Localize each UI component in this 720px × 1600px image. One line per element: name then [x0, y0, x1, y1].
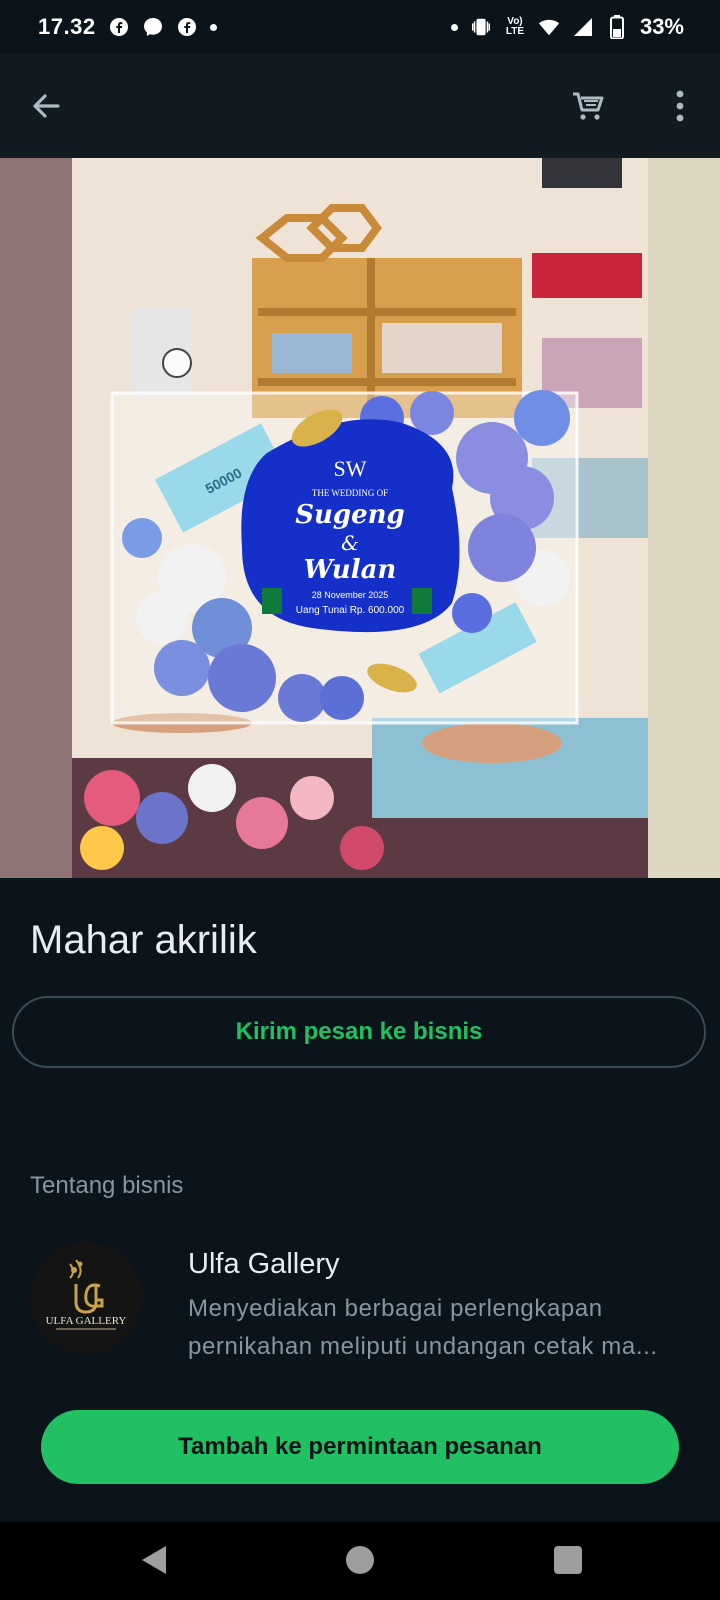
amp-text: & [341, 531, 359, 555]
business-avatar[interactable]: ULFA GALLERY [30, 1242, 142, 1354]
wifi-icon [538, 16, 560, 38]
battery-percent: 33% [639, 14, 684, 39]
cart-icon[interactable] [568, 86, 608, 126]
battery-icon [606, 15, 628, 39]
status-bar-right: Vo) LTE 33% [450, 14, 684, 40]
image-side-right [648, 158, 720, 878]
facebook-icon [176, 16, 198, 38]
business-description[interactable]: Menyediakan berbagai perlengkapan pernik… [188, 1290, 688, 1366]
amount-text: Uang Tunai Rp. 600.000 [296, 605, 405, 616]
date-text: 28 November 2025 [312, 590, 389, 600]
logo-text: ULFA GALLERY [46, 1315, 127, 1327]
signal-icon [572, 16, 594, 38]
notification-dot-icon [450, 23, 458, 31]
monogram-text: SW [334, 456, 367, 481]
name2-text: Wulan [304, 555, 397, 585]
status-time: 17.32 [38, 14, 96, 39]
about-business-label: Tentang bisnis [30, 1172, 184, 1199]
product-title: Mahar akrilik [30, 918, 257, 962]
vibrate-icon [470, 16, 492, 38]
facebook-icon [108, 16, 130, 38]
add-to-order-request-button[interactable]: Tambah ke permintaan pesanan [41, 1410, 679, 1484]
nav-home-icon[interactable] [346, 1546, 374, 1574]
volte-bottom: LTE [505, 26, 525, 37]
volte-icon: Vo) LTE [504, 16, 526, 38]
back-arrow-icon[interactable] [26, 86, 66, 126]
wedding-subtitle: THE WEDDING OF [312, 488, 388, 498]
name1-text: Sugeng [295, 500, 404, 530]
system-nav-bar [0, 1522, 720, 1600]
product-image[interactable]: 50000 SW THE WEDDING OF Sugeng & Wulan 2… [0, 158, 720, 878]
app-bar [0, 54, 720, 158]
message-business-button[interactable]: Kirim pesan ke bisnis [12, 996, 706, 1068]
business-description-line1: Menyediakan berbagai perlengkapan [188, 1295, 603, 1322]
nav-recents-icon[interactable] [554, 1546, 582, 1574]
business-description-line2: pernikahan meliputi undangan cetak ma... [188, 1333, 658, 1360]
status-bar: 17.32 Vo) LTE 33% [0, 0, 720, 54]
business-name[interactable]: Ulfa Gallery [188, 1248, 340, 1281]
messenger-icon [142, 16, 164, 38]
product-photo: 50000 SW THE WEDDING OF Sugeng & Wulan 2… [72, 158, 648, 878]
notification-dot-icon [209, 23, 217, 31]
status-bar-left: 17.32 [38, 14, 217, 40]
ulfa-gallery-logo-icon: ULFA GALLERY [30, 1242, 142, 1354]
image-side-left [0, 158, 72, 878]
nav-back-icon[interactable] [136, 1542, 172, 1578]
more-vert-icon[interactable] [660, 86, 700, 126]
